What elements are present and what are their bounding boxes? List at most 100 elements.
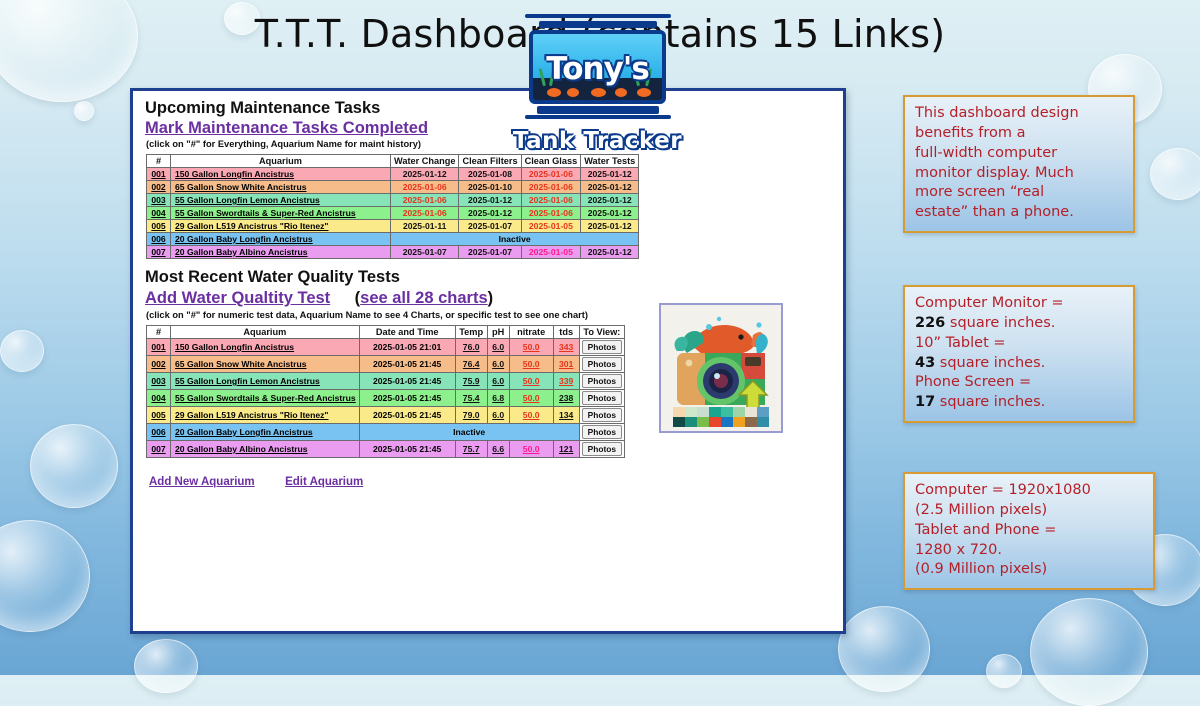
aquarium-name-link[interactable]: 20 Gallon Baby Longfin Ancistrus: [170, 232, 391, 246]
clean-filters-date: 2025-01-07: [458, 245, 522, 259]
temp-value-link[interactable]: 75.4: [454, 389, 488, 407]
row-number-link[interactable]: 004: [146, 389, 171, 407]
nitrate-value-link[interactable]: 50.0: [508, 440, 554, 458]
aquarium-name-link[interactable]: 65 Gallon Snow White Ancistrus: [170, 355, 360, 373]
edit-aquarium-link[interactable]: Edit Aquarium: [285, 476, 363, 488]
see-all-charts-link[interactable]: see all 28 charts: [360, 289, 488, 308]
table-row: 003 55 Gallon Longfin Lemon Ancistrus 2025…: [146, 372, 626, 390]
to-view-cell: Photos: [578, 389, 626, 407]
paren-close: ): [487, 289, 494, 307]
temp-value-link[interactable]: 76.4: [454, 355, 488, 373]
tds-value-link[interactable]: 134: [552, 406, 580, 424]
footer-links: Add New Aquarium Edit Aquarium: [149, 472, 833, 490]
logo-subtitle: Tank Tracker: [512, 128, 683, 154]
note-line: more screen “real: [915, 184, 1045, 201]
photos-button[interactable]: Photos: [581, 425, 623, 439]
water-change-date: 2025-01-11: [389, 219, 460, 233]
rock-decoration: [637, 88, 651, 97]
clean-glass-date: 2025-01-05: [520, 219, 582, 233]
aquarium-name-link[interactable]: 150 Gallon Longfin Ancistrus: [170, 338, 360, 356]
row-number-link[interactable]: 003: [146, 193, 171, 207]
ph-value-link[interactable]: 6.0: [486, 406, 510, 424]
temp-value-link[interactable]: 79.0: [454, 406, 488, 424]
to-view-cell: Photos: [578, 372, 626, 390]
add-water-quality-test-link[interactable]: Add Water Qualtity Test: [145, 289, 330, 308]
aquarium-name-link[interactable]: 55 Gallon Longfin Lemon Ancistrus: [170, 193, 391, 207]
photos-button[interactable]: Photos: [581, 374, 623, 388]
clean-glass-date: 2025-01-06: [520, 167, 582, 181]
photos-button[interactable]: Photos: [581, 408, 623, 422]
tds-value-link[interactable]: 339: [552, 372, 580, 390]
clean-glass-date: 2025-01-06: [520, 180, 582, 194]
row-number-link[interactable]: 002: [146, 180, 171, 194]
nitrate-value-link[interactable]: 50.0: [508, 338, 554, 356]
row-number-link[interactable]: 007: [146, 245, 171, 259]
aquarium-name-link[interactable]: 55 Gallon Swordtails & Super-Red Ancistr…: [170, 389, 360, 407]
tank-hood: [538, 21, 657, 28]
tds-value-link[interactable]: 343: [552, 338, 580, 356]
tank-hood-top: [524, 14, 671, 18]
row-number-link[interactable]: 005: [146, 406, 171, 424]
water-change-date: 2025-01-07: [389, 245, 460, 259]
nitrate-value-link[interactable]: 50.0: [508, 372, 554, 390]
ph-value-link[interactable]: 6.0: [486, 338, 510, 356]
aquarium-name-link[interactable]: 20 Gallon Baby Longfin Ancistrus: [170, 423, 360, 441]
tds-value-link[interactable]: 121: [552, 440, 580, 458]
column-header-ph: pH: [486, 325, 510, 339]
tds-value-link[interactable]: 301: [552, 355, 580, 373]
aquarium-name-link[interactable]: 20 Gallon Baby Albino Ancistrus: [170, 245, 391, 259]
photos-button[interactable]: Photos: [581, 391, 623, 405]
tds-value-link[interactable]: 238: [552, 389, 580, 407]
row-number-link[interactable]: 007: [146, 440, 171, 458]
ph-value-link[interactable]: 6.8: [486, 389, 510, 407]
add-new-aquarium-link[interactable]: Add New Aquarium: [149, 476, 255, 488]
row-number-link[interactable]: 002: [146, 355, 171, 373]
test-datetime: 2025-01-05 21:45: [358, 406, 456, 424]
nitrate-value-link[interactable]: 50.0: [508, 389, 554, 407]
water-tests-date: 2025-01-12: [580, 206, 640, 220]
table-row: 002 65 Gallon Snow White Ancistrus 2025-01…: [146, 355, 626, 373]
note-line: (0.9 Million pixels): [915, 561, 1048, 578]
photos-button[interactable]: Photos: [581, 357, 623, 371]
column-header-temp: Temp: [454, 325, 488, 339]
aquarium-name-link[interactable]: 150 Gallon Longfin Ancistrus: [170, 167, 391, 181]
ph-value-link[interactable]: 6.6: [486, 440, 510, 458]
photo-gallery-thumbnail[interactable]: [659, 303, 783, 433]
tony-tank-tracker-logo: Tony's Tank Tracker: [495, 14, 700, 154]
row-number-link[interactable]: 001: [146, 167, 171, 181]
aquarium-name-link[interactable]: 20 Gallon Baby Albino Ancistrus: [170, 440, 360, 458]
nitrate-value-link[interactable]: 50.0: [508, 355, 554, 373]
rock-decoration: [615, 88, 627, 97]
aquarium-name-link[interactable]: 55 Gallon Longfin Lemon Ancistrus: [170, 372, 360, 390]
aquarium-name-link[interactable]: 55 Gallon Swordtails & Super-Red Ancistr…: [170, 206, 391, 220]
nitrate-value-link[interactable]: 50.0: [508, 406, 554, 424]
temp-value-link[interactable]: 75.7: [454, 440, 488, 458]
photos-button[interactable]: Photos: [581, 340, 623, 354]
note-line: 17 square inches.: [915, 394, 1046, 411]
clean-filters-date: 2025-01-10: [458, 180, 522, 194]
aquarium-name-link[interactable]: 29 Gallon L519 Ancistrus "Rio Itenez": [170, 406, 360, 424]
water-tests-date: 2025-01-12: [580, 180, 640, 194]
row-number-link[interactable]: 006: [146, 232, 171, 246]
ph-value-link[interactable]: 6.0: [486, 372, 510, 390]
note-line: 43 square inches.: [915, 354, 1046, 371]
photos-button[interactable]: Photos: [581, 442, 623, 456]
aquarium-name-link[interactable]: 65 Gallon Snow White Ancistrus: [170, 180, 391, 194]
temp-value-link[interactable]: 76.0: [454, 338, 488, 356]
table-row: 004 55 Gallon Swordtails & Super-Red Anci…: [146, 389, 626, 407]
mark-maintenance-tasks-completed-link[interactable]: Mark Maintenance Tasks Completed: [145, 119, 428, 138]
bubble-decoration: [30, 424, 118, 508]
aquarium-name-link[interactable]: 29 Gallon L519 Ancistrus "Rio Itenez": [170, 219, 391, 233]
row-number-link[interactable]: 003: [146, 372, 171, 390]
ph-value-link[interactable]: 6.0: [486, 355, 510, 373]
row-number-link[interactable]: 006: [146, 423, 171, 441]
bubble-decoration: [1030, 598, 1148, 706]
temp-value-link[interactable]: 75.9: [454, 372, 488, 390]
logo-brand-text: Tony's: [546, 51, 650, 87]
row-number-link[interactable]: 004: [146, 206, 171, 220]
column-header-number: #: [146, 325, 171, 339]
note-line: benefits from a: [915, 124, 1026, 141]
row-number-link[interactable]: 001: [146, 338, 171, 356]
to-view-cell: Photos: [578, 406, 626, 424]
row-number-link[interactable]: 005: [146, 219, 171, 233]
